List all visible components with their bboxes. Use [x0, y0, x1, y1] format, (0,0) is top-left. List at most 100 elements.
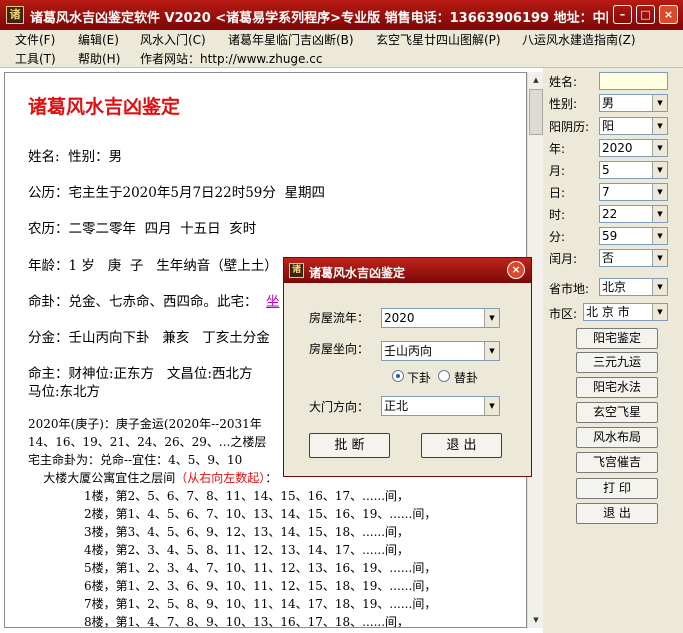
gender-label: 性别:: [549, 97, 578, 111]
menu-fengshui-intro[interactable]: 风水入门(C): [140, 31, 206, 48]
calendar-label: 阳阴历:: [549, 120, 590, 134]
title-bar: 诸 诸葛风水吉凶鉴定软件 V2020 <诸葛易学系列程序>专业版 销售电话：13…: [0, 0, 683, 30]
doc-line-yun: 2020年(庚子)：庚子金运(2020年--2031年: [28, 417, 262, 431]
dropdown-arrow-icon[interactable]: ▼: [652, 250, 667, 266]
gate-direction-select[interactable]: 正北 ▼: [381, 396, 500, 416]
doc-line-solar: 公历：宅主生于2020年5月7日22时59分 星期四: [28, 185, 325, 201]
doc-line-mingzhu: 命主：财神位:正东方 文昌位:西北方: [28, 366, 253, 382]
year-label: 年:: [549, 142, 566, 156]
dialog-exit-button[interactable]: 退 出: [421, 433, 502, 458]
radio-tigua-label: 替卦: [454, 371, 479, 385]
dropdown-arrow-icon[interactable]: ▼: [484, 342, 499, 360]
menu-file[interactable]: 文件(F): [15, 31, 55, 48]
hour-label: 时:: [549, 208, 566, 222]
dropdown-arrow-icon[interactable]: ▼: [652, 206, 667, 222]
menu-author-site[interactable]: 作者网站：http://www.zhuge.cc: [140, 50, 322, 67]
house-facing-label: 房屋坐向：: [309, 342, 370, 356]
app-icon: 诸: [6, 6, 24, 24]
floor-row: 3楼，第3、4、5、6、9、12、13、14、15、18、......间，: [84, 525, 410, 539]
dropdown-arrow-icon[interactable]: ▼: [652, 184, 667, 200]
layout-button[interactable]: 风水布局: [576, 427, 658, 448]
minute-label: 分:: [549, 230, 566, 244]
month-select[interactable]: 5 ▼: [599, 161, 668, 179]
input-panel: 姓名: 性别: 男 ▼ 阳阴历: 阳 ▼ 年: 2020 ▼ 月: 5 ▼ 日: 7 ▼ …: [543, 68, 683, 633]
exit-button[interactable]: 退 出: [576, 503, 658, 524]
dropdown-arrow-icon[interactable]: ▼: [484, 397, 499, 415]
appraisal-dialog: 诸 诸葛风水吉凶鉴定 × 房屋流年： 2020 ▼ 房屋坐向： 壬山丙向 ▼ 下卦 …: [283, 257, 532, 477]
dialog-title: 诸葛风水吉凶鉴定: [309, 266, 406, 280]
radio-tigua[interactable]: [438, 370, 450, 382]
floor-row: 4楼，第2、3、4、5、8、11、12、13、14、17、......间，: [84, 543, 410, 557]
scroll-up-icon[interactable]: ▲: [529, 73, 543, 87]
menu-annual-star[interactable]: 诸葛年星临门吉凶断(B): [228, 31, 354, 48]
dialog-title-bar: 诸 诸葛风水吉凶鉴定 ×: [284, 258, 531, 283]
water-method-button[interactable]: 阳宅水法: [576, 377, 658, 398]
dropdown-arrow-icon[interactable]: ▼: [652, 162, 667, 178]
dropdown-arrow-icon[interactable]: ▼: [652, 140, 667, 156]
year-select[interactable]: 2020 ▼: [599, 139, 668, 157]
doc-line-floor-intro: 大楼大厦公寓宜住之层间（从右向左数起）：: [28, 471, 278, 485]
dropdown-arrow-icon[interactable]: ▼: [652, 228, 667, 244]
house-year-label: 房屋流年：: [309, 311, 370, 325]
house-facing-select[interactable]: 壬山丙向 ▼: [381, 341, 500, 361]
day-select[interactable]: 7 ▼: [599, 183, 668, 201]
hour-select[interactable]: 22 ▼: [599, 205, 668, 223]
dialog-app-icon: 诸: [289, 263, 304, 278]
leap-month-select[interactable]: 否 ▼: [599, 249, 668, 267]
floor-row: 2楼，第1、4、5、6、7、10、13、14、15、16、19、......间，: [84, 507, 437, 521]
leap-month-label: 闰月:: [549, 252, 578, 266]
doc-line-gua: 命卦：兑金、七赤命、西四命。此宅：: [28, 294, 258, 310]
menu-edit[interactable]: 编辑(E): [78, 31, 119, 48]
floor-row: 7楼，第1、2、5、8、9、10、11、14、17、18、19、......间，: [84, 597, 437, 611]
judge-button[interactable]: 批 断: [309, 433, 390, 458]
menu-tools[interactable]: 工具(T): [15, 50, 56, 67]
month-label: 月:: [549, 164, 566, 178]
menu-help[interactable]: 帮助(H): [78, 50, 120, 67]
print-button[interactable]: 打 印: [576, 478, 658, 499]
name-label: 姓名:: [549, 75, 578, 89]
doc-line-mawei: 马位:东北方: [28, 384, 101, 400]
menu-bar: 文件(F) 编辑(E) 风水入门(C) 诸葛年星临门吉凶断(B) 玄空飞星廿四山…: [0, 30, 683, 68]
close-button[interactable]: ×: [659, 5, 678, 24]
dialog-close-button[interactable]: ×: [507, 261, 525, 279]
doc-line-suitable: 宅主命卦为：兑命--宜住：4、5、9、10: [28, 453, 243, 467]
scroll-down-icon[interactable]: ▼: [529, 613, 543, 627]
province-select[interactable]: 北京 ▼: [599, 278, 668, 296]
day-label: 日:: [549, 186, 566, 200]
dropdown-arrow-icon[interactable]: ▼: [652, 95, 667, 111]
minute-select[interactable]: 59 ▼: [599, 227, 668, 245]
radio-xiagua[interactable]: [392, 370, 404, 382]
doc-line-age: 年龄：1 岁 庚 子 生年纳音（壁上土）: [28, 258, 278, 274]
floor-row: 1楼，第2、5、6、7、8、11、14、15、16、17、......间，: [84, 489, 410, 503]
menu-build-guide[interactable]: 八运风水建造指南(Z): [522, 31, 636, 48]
minimize-button[interactable]: –: [613, 5, 632, 24]
district-label: 市区:: [549, 307, 578, 321]
dropdown-arrow-icon[interactable]: ▼: [484, 309, 499, 327]
floor-row: 5楼，第1、2、3、4、7、10、11、12、13、16、19、......间，: [84, 561, 437, 575]
dropdown-arrow-icon[interactable]: ▼: [652, 304, 667, 320]
document-heading: 诸葛风水吉凶鉴定: [28, 96, 181, 118]
district-select[interactable]: 北 京 市 ▼: [583, 303, 668, 321]
doc-line-lunar: 农历：二零二零年 四月 十五日 亥时: [28, 221, 257, 237]
gate-direction-label: 大门方向：: [309, 400, 370, 414]
menu-flying-star[interactable]: 玄空飞星廿四山图解(P): [376, 31, 501, 48]
doc-line-floors-list: 14、16、19、21、24、26、29、...之楼层: [28, 435, 267, 449]
doc-link-fragment[interactable]: 坐: [266, 290, 280, 310]
doc-line-name: 姓名: 性别：男: [28, 149, 123, 165]
house-appraisal-button[interactable]: 阳宅鉴定: [576, 328, 658, 349]
gender-select[interactable]: 男 ▼: [599, 94, 668, 112]
maximize-button[interactable]: □: [636, 5, 655, 24]
name-input[interactable]: [599, 72, 668, 90]
radio-xiagua-label: 下卦: [407, 371, 432, 385]
doc-line-fenjin: 分金：壬山丙向下卦 兼亥 丁亥土分金: [28, 330, 270, 346]
house-year-select[interactable]: 2020 ▼: [381, 308, 500, 328]
window-title: 诸葛风水吉凶鉴定软件 V2020 <诸葛易学系列程序>专业版 销售电话：1366…: [30, 11, 608, 26]
fortune-button[interactable]: 飞宫催吉: [576, 452, 658, 473]
three-cycles-button[interactable]: 三元九运: [576, 352, 658, 373]
scroll-thumb[interactable]: [529, 89, 543, 135]
floor-row: 6楼，第1、2、3、6、9、10、11、12、15、18、19、......间，: [84, 579, 437, 593]
calendar-select[interactable]: 阳 ▼: [599, 117, 668, 135]
dropdown-arrow-icon[interactable]: ▼: [652, 118, 667, 134]
flying-star-button[interactable]: 玄空飞星: [576, 402, 658, 423]
dropdown-arrow-icon[interactable]: ▼: [652, 279, 667, 295]
